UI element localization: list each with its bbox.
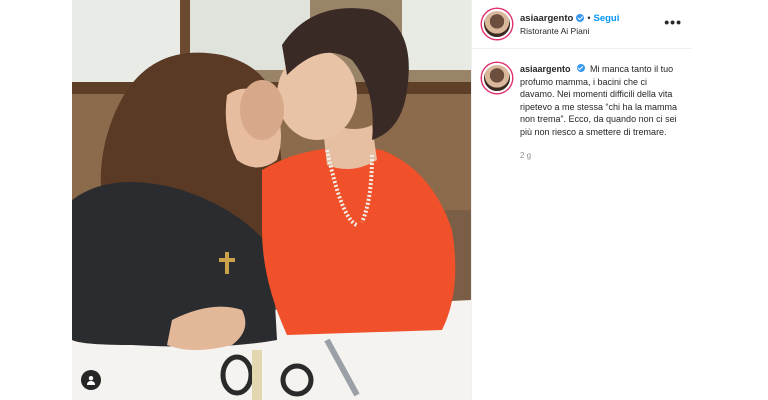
user-tag-icon[interactable] xyxy=(81,370,101,390)
post-photo[interactable] xyxy=(72,0,471,400)
caption: asiaargento Mi manca tanto il tuo profum… xyxy=(472,49,692,163)
timestamp[interactable]: 2 g xyxy=(520,150,682,163)
post-sidebar: asiaargento • Segui Ristorante Ai Piani … xyxy=(471,0,692,400)
more-options-icon[interactable]: ••• xyxy=(664,14,682,30)
photo-illustration xyxy=(72,0,471,400)
username-link[interactable]: asiaargento xyxy=(520,13,573,24)
avatar[interactable] xyxy=(482,9,512,39)
follow-button[interactable]: Segui xyxy=(593,13,619,24)
caption-body: asiaargento Mi manca tanto il tuo profum… xyxy=(520,63,682,163)
instagram-post: asiaargento • Segui Ristorante Ai Piani … xyxy=(72,0,692,400)
verified-badge-icon xyxy=(576,14,585,22)
post-header: asiaargento • Segui Ristorante Ai Piani … xyxy=(472,0,692,49)
location-link[interactable]: Ristorante Ai Piani xyxy=(520,26,619,36)
caption-text: Mi manca tanto il tuo profumo mamma, i b… xyxy=(520,64,678,137)
caption-username[interactable]: asiaargento xyxy=(520,64,571,74)
header-text: asiaargento • Segui Ristorante Ai Piani xyxy=(520,13,619,36)
caption-verified-badge-icon xyxy=(576,64,585,72)
header-row: asiaargento • Segui xyxy=(520,13,619,24)
separator: • xyxy=(587,13,591,23)
caption-avatar[interactable] xyxy=(482,63,512,93)
